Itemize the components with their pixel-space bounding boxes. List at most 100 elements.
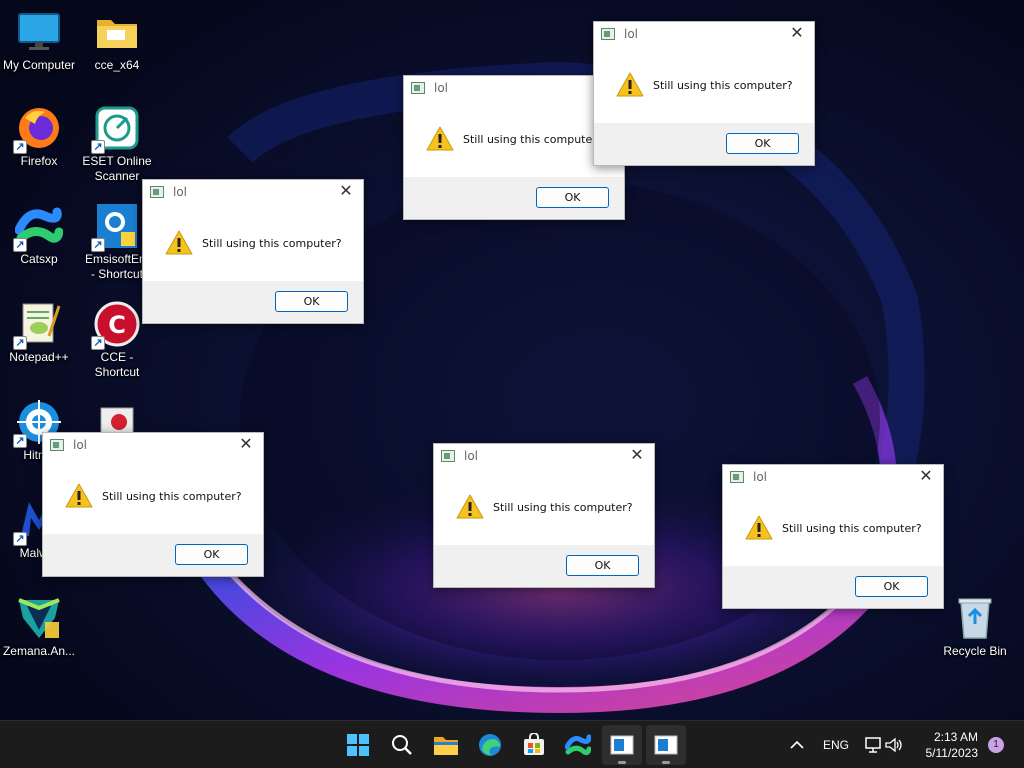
notification-badge[interactable]: 1 [988,737,1004,753]
warning-icon [65,483,93,508]
dialog-app-icon [411,82,425,94]
dialog-titlebar[interactable]: lol ✕ [404,76,624,100]
warning-icon [745,515,773,540]
close-icon[interactable]: ✕ [917,467,935,485]
warning-icon [616,72,644,97]
desktop-icon-recycle-bin[interactable]: Recycle Bin [936,594,1014,659]
ok-button[interactable]: OK [566,555,639,576]
warning-icon [165,230,193,255]
shortcut-arrow-icon: ↗ [91,336,105,350]
message-dialog[interactable]: lol ✕ Still using this computer? OK [722,464,944,609]
dialog-message: Still using this computer? [653,78,793,92]
running-indicator [618,761,626,764]
start-button[interactable] [338,725,378,765]
dialog-title: lol [753,470,768,484]
eset-icon: ↗ [91,104,141,154]
shortcut-arrow-icon: ↗ [91,140,105,154]
desktop-icon-zemana[interactable]: Zemana.An... [0,594,78,659]
clock-date: 5/11/2023 [925,746,979,760]
desktop-icon-eset[interactable]: ↗ ESET Online Scanner [78,104,156,184]
dialog-app-icon [730,471,744,483]
dialog-message: Still using this computer? [463,132,603,146]
dialog-app-icon [654,735,678,755]
desktop-icon-label: Catsxp [20,252,58,266]
desktop-icon-label: My Computer [2,58,76,72]
cce-icon: C ↗ [91,300,141,350]
file-explorer-button[interactable] [426,725,466,765]
shortcut-arrow-icon: ↗ [13,336,27,350]
warning-icon [426,126,454,151]
firefox-icon: ↗ [13,104,63,154]
desktop-icon-label: CCE - Shortcut [94,350,140,379]
store-button[interactable] [514,725,554,765]
desktop-icon-label: Recycle Bin [943,644,1007,658]
message-dialog[interactable]: lol ✕ Still using this computer? OK [142,179,364,324]
folder-icon [93,8,141,56]
dialog-app-taskbar-button[interactable] [646,725,686,765]
dialog-title: lol [464,449,479,463]
search-icon [392,735,412,755]
taskbar: ENG 2:13 AM 5/11/2023 1 [0,720,1024,768]
dialog-titlebar[interactable]: lol ✕ [723,465,943,489]
file-explorer-icon [434,737,458,755]
desktop-icon-notepadpp[interactable]: ↗ Notepad++ [0,300,78,365]
dialog-title: lol [624,27,639,41]
start-icon [347,734,369,756]
network-icon [865,737,881,753]
dialog-title: lol [73,438,88,452]
warning-icon [456,494,484,519]
desktop-icon-label: Notepad++ [9,350,69,364]
message-dialog[interactable]: lol ✕ Still using this computer? OK [42,432,264,577]
close-icon[interactable]: ✕ [628,446,646,464]
dialog-app-icon [601,28,615,40]
desktop-icon-cce-x64[interactable]: cce_x64 [78,8,156,73]
dialog-titlebar[interactable]: lol ✕ [43,433,263,457]
system-clock[interactable]: 2:13 AM 5/11/2023 [926,729,979,761]
desktop-icon-catsxp[interactable]: ↗ Catsxp [0,202,78,267]
message-dialog[interactable]: lol ✕ Still using this computer? OK [403,75,625,220]
zemana-icon [15,594,63,642]
shortcut-arrow-icon: ↗ [13,434,27,448]
ok-button[interactable]: OK [175,544,248,565]
close-icon[interactable]: ✕ [337,182,355,200]
desktop-icon-firefox[interactable]: ↗ Firefox [0,104,78,169]
message-dialog[interactable]: lol ✕ Still using this computer? OK [433,443,655,588]
emsisoft-icon: ↗ [91,202,141,252]
desktop-icon-my-computer[interactable]: My Computer [0,8,78,73]
dialog-message: Still using this computer? [202,236,342,250]
ok-button[interactable]: OK [275,291,348,312]
clock-time: 2:13 AM [933,730,978,744]
dialog-titlebar[interactable]: lol ✕ [434,444,654,468]
close-icon[interactable]: ✕ [788,24,806,42]
volume-icon [885,737,902,753]
dialog-title: lol [173,185,188,199]
edge-button[interactable] [470,725,510,765]
catsxp-icon [565,734,591,756]
desktop-icon-label: Firefox [20,154,58,168]
edge-icon [479,734,501,756]
dialog-titlebar[interactable]: lol ✕ [594,22,814,46]
message-dialog[interactable]: lol ✕ Still using this computer? OK [593,21,815,166]
dialog-message: Still using this computer? [493,500,633,514]
ok-button[interactable]: OK [855,576,928,597]
language-indicator[interactable]: ENG [823,738,849,752]
svg-text:C: C [108,311,126,339]
desktop-icon-label: EmsisoftEm - Shortcut [84,252,149,281]
notepadpp-icon: ↗ [13,300,63,350]
ok-button[interactable]: OK [536,187,609,208]
dialog-title: lol [434,81,449,95]
show-hidden-icons-button[interactable] [777,725,817,765]
shortcut-arrow-icon: ↗ [13,532,27,546]
search-button[interactable] [382,725,422,765]
shortcut-arrow-icon: ↗ [13,238,27,252]
dialog-app-icon [150,186,164,198]
close-icon[interactable]: ✕ [237,435,255,453]
dialog-app-icon [50,439,64,451]
catsxp-taskbar-button[interactable] [558,725,598,765]
dialog-app-taskbar-button[interactable] [602,725,642,765]
desktop-icon-label: cce_x64 [94,58,140,72]
dialog-titlebar[interactable]: lol ✕ [143,180,363,204]
ok-button[interactable]: OK [726,133,799,154]
network-volume-button[interactable] [858,725,910,765]
shortcut-arrow-icon: ↗ [13,140,27,154]
